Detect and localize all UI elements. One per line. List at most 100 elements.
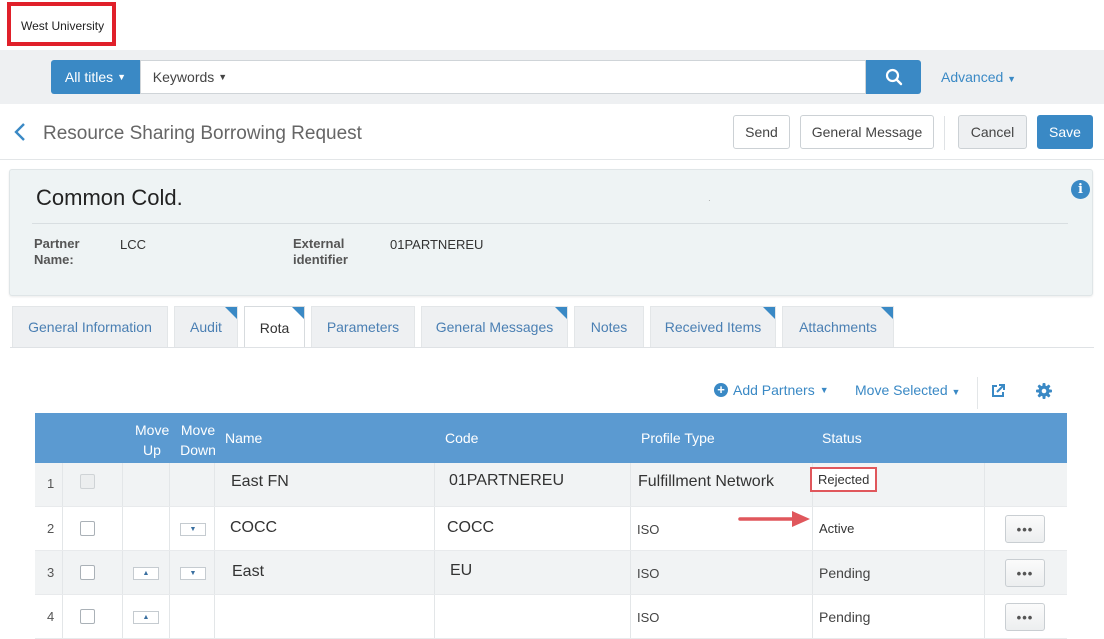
page-header: Resource Sharing Borrowing Request Send … xyxy=(0,104,1104,160)
tab-rota[interactable]: Rota xyxy=(244,306,305,348)
column-header-name[interactable]: Name xyxy=(225,430,262,446)
divider xyxy=(812,551,813,594)
column-header-move-down: Move Down xyxy=(180,422,216,458)
general-message-button[interactable]: General Message xyxy=(800,115,934,149)
row-checkbox[interactable] xyxy=(80,609,95,624)
divider xyxy=(122,507,123,550)
divider xyxy=(984,595,985,638)
divider xyxy=(122,463,123,506)
add-partners-button[interactable]: + Add Partners ▼ xyxy=(714,382,829,398)
annotation-arrow-icon xyxy=(738,511,810,527)
tab-audit[interactable]: Audit xyxy=(174,306,238,347)
content-indicator-icon xyxy=(225,307,237,319)
caret-down-icon: ▼ xyxy=(951,387,961,397)
content-indicator-icon xyxy=(881,307,893,319)
tab-label: Received Items xyxy=(664,319,762,335)
row-actions-button[interactable]: ••• xyxy=(1005,603,1045,631)
export-icon[interactable] xyxy=(990,383,1006,399)
move-up-button[interactable]: ▲ xyxy=(133,567,159,580)
move-up-button[interactable]: ▲ xyxy=(133,611,159,624)
column-header-status[interactable]: Status xyxy=(822,430,862,446)
divider xyxy=(214,551,215,594)
divider xyxy=(812,507,813,550)
gear-icon[interactable] xyxy=(1035,382,1053,400)
tab-general-messages[interactable]: General Messages xyxy=(421,306,568,347)
tab-label: Parameters xyxy=(326,319,400,335)
external-identifier-label: External identifier xyxy=(293,236,348,267)
tab-parameters[interactable]: Parameters xyxy=(311,306,415,347)
divider xyxy=(122,551,123,594)
content-indicator-icon xyxy=(292,307,304,319)
profile-type: ISO xyxy=(637,610,660,625)
column-header-code[interactable]: Code xyxy=(445,430,478,446)
cancel-button[interactable]: Cancel xyxy=(958,115,1027,149)
tab-label: General Messages xyxy=(435,319,554,335)
move-selected-button[interactable]: Move Selected ▼ xyxy=(855,382,960,398)
info-icon[interactable]: i xyxy=(1071,180,1090,199)
search-input[interactable] xyxy=(239,60,866,94)
search-button[interactable] xyxy=(866,60,921,94)
record-title: Common Cold. xyxy=(36,185,183,210)
divider xyxy=(62,463,63,506)
table-row[interactable]: 3 ▲ ▼ East EU ISO Pending ••• xyxy=(35,551,1067,595)
partner-name-value: LCC xyxy=(120,237,147,252)
caret-down-icon: ▼ xyxy=(117,72,127,82)
search-type-label: Keywords xyxy=(152,69,215,85)
top-bar: West University xyxy=(0,0,1104,50)
column-header-move-up: Move Up xyxy=(135,422,170,458)
caret-down-icon: ▼ xyxy=(819,385,829,395)
partner-name: COCC xyxy=(230,519,278,536)
content-indicator-icon xyxy=(555,307,567,319)
status-text-pending: Pending xyxy=(819,565,871,581)
record-summary-card: Common Cold. · i Partner Name: LCC Exter… xyxy=(9,169,1093,296)
move-down-button[interactable]: ▼ xyxy=(180,523,206,536)
caret-down-icon: ▼ xyxy=(1007,74,1017,84)
search-type-dropdown[interactable]: Keywords ▼ xyxy=(140,60,240,94)
row-checkbox[interactable] xyxy=(80,565,95,580)
divider xyxy=(812,595,813,638)
table-row[interactable]: 1 East FN 01PARTNEREU Fulfillment Networ… xyxy=(35,463,1067,507)
institution-name[interactable]: West University xyxy=(21,19,104,33)
column-header-profile-type[interactable]: Profile Type xyxy=(641,430,715,446)
tab-notes[interactable]: Notes xyxy=(574,306,644,347)
search-scope-dropdown[interactable]: All titles ▼ xyxy=(51,60,140,94)
profile-type: ISO xyxy=(637,566,660,581)
row-checkbox[interactable] xyxy=(80,521,95,536)
back-arrow-icon[interactable] xyxy=(11,122,29,142)
content-indicator-icon xyxy=(763,307,775,319)
tab-label: Notes xyxy=(590,319,628,335)
page-title: Resource Sharing Borrowing Request xyxy=(43,123,362,144)
record-tabs: General Information Audit Rota Parameter… xyxy=(0,306,1104,348)
search-icon xyxy=(885,68,902,86)
divider xyxy=(169,463,170,506)
caret-down-icon: ▼ xyxy=(218,72,228,82)
advanced-search-link[interactable]: Advanced ▼ xyxy=(941,69,1016,85)
table-row[interactable]: 4 ▲ ISO Pending ••• xyxy=(35,595,1067,639)
divider xyxy=(214,463,215,506)
tab-label: Audit xyxy=(190,319,222,335)
row-actions-button[interactable]: ••• xyxy=(1005,559,1045,587)
tab-general-information[interactable]: General Information xyxy=(12,306,168,347)
table-row[interactable]: 2 ▼ COCC COCC ISO Active ••• xyxy=(35,507,1067,551)
send-button[interactable]: Send xyxy=(733,115,790,149)
divider xyxy=(169,507,170,550)
separator-dot: · xyxy=(708,196,711,205)
row-number: 4 xyxy=(47,609,55,624)
divider xyxy=(434,551,435,594)
divider xyxy=(214,595,215,638)
partner-code: EU xyxy=(450,562,473,579)
divider xyxy=(630,507,631,550)
row-number: 1 xyxy=(47,476,55,491)
tab-label: Rota xyxy=(259,319,290,336)
divider xyxy=(984,463,985,506)
move-selected-label: Move Selected xyxy=(855,382,948,398)
move-down-button[interactable]: ▼ xyxy=(180,567,206,580)
save-button[interactable]: Save xyxy=(1037,115,1093,149)
divider xyxy=(630,595,631,638)
row-number: 2 xyxy=(47,521,55,536)
row-actions-button[interactable]: ••• xyxy=(1005,515,1045,543)
divider xyxy=(630,551,631,594)
profile-type: ISO xyxy=(637,522,660,537)
tab-received-items[interactable]: Received Items xyxy=(650,306,776,347)
tab-attachments[interactable]: Attachments xyxy=(782,306,894,347)
